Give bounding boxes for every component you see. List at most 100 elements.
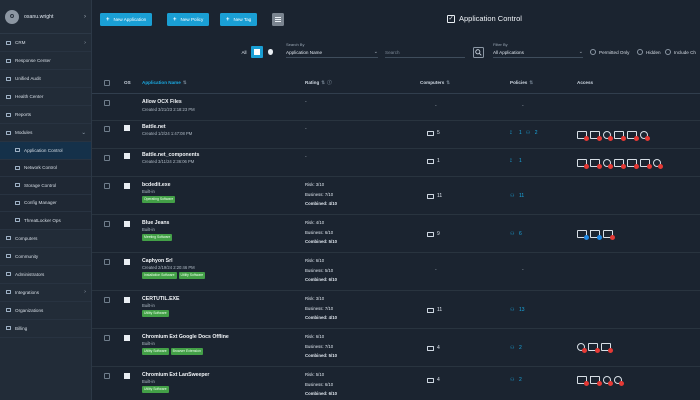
sidebar-item-threatlocker-ops[interactable]: ThreatLocker Ops [0, 212, 91, 230]
row-checkbox[interactable] [104, 221, 110, 227]
tag[interactable]: Utility Software [142, 386, 169, 393]
permitted-only-toggle[interactable]: Permitted Only [590, 49, 629, 55]
file-icon[interactable] [588, 343, 600, 353]
os-filter-all[interactable]: All [238, 46, 250, 58]
row-checkbox[interactable] [104, 259, 110, 265]
app-name[interactable]: Chromium Ext Google Docs Offline [142, 334, 229, 340]
sidebar-item-community[interactable]: Community [0, 248, 91, 266]
app-icon[interactable] [627, 159, 639, 169]
network-access-icon[interactable] [614, 376, 624, 386]
tag[interactable]: Meeting Software [142, 234, 173, 241]
tag[interactable]: Utility Software [178, 272, 206, 279]
menu-button[interactable] [272, 13, 284, 26]
policies-count[interactable]: ⚇ 6 [510, 231, 522, 237]
header-computers[interactable]: Computers ⇅ [420, 80, 450, 86]
registry-icon[interactable] [577, 131, 589, 141]
globe-icon[interactable] [577, 343, 587, 353]
table-row[interactable]: Allow OCX Files Created 3/21/23 2:18:23 … [92, 94, 700, 121]
computers-count[interactable]: 4 [427, 377, 440, 383]
new-application-button[interactable]: + New Application [100, 13, 153, 26]
row-checkbox[interactable] [104, 183, 110, 189]
file-icon[interactable] [603, 230, 615, 240]
sidebar-item-modules[interactable]: Modules ⌄ [0, 124, 91, 142]
table-row[interactable]: Blue Jeans Built-in Meeting Software Ris… [92, 215, 700, 253]
table-row[interactable]: Caphyon Srl Created 2/19/24 2:20:46 PM I… [92, 253, 700, 291]
app-name[interactable]: CERTUTIL.EXE [142, 296, 179, 302]
search-input[interactable] [385, 47, 465, 58]
policies-count[interactable]: ⟟ 1 [510, 158, 522, 164]
app-name[interactable]: Battle.net_components [142, 152, 199, 158]
row-checkbox[interactable] [104, 100, 110, 106]
header-application-name[interactable]: Application Name ⇅ [142, 80, 187, 86]
registry-icon[interactable] [577, 230, 589, 240]
computers-count[interactable]: 11 [427, 307, 442, 313]
filter-button[interactable] [473, 47, 484, 58]
sidebar-item-organizations[interactable]: Organizations [0, 302, 91, 320]
table-row[interactable]: CERTUTIL.EXE Built-in Utility Software R… [92, 291, 700, 329]
computers-count[interactable]: 11 [427, 193, 442, 199]
globe-icon[interactable] [603, 131, 613, 141]
computers-count[interactable]: 4 [427, 345, 440, 351]
filter-by-select[interactable]: All Applications ⌄ [493, 47, 583, 58]
registry-icon[interactable] [577, 376, 589, 386]
registry-icon[interactable] [577, 159, 589, 169]
policies-count[interactable]: ⟟ 1 ⚇ 2 [510, 130, 538, 136]
row-checkbox[interactable] [104, 126, 110, 132]
file-icon[interactable] [614, 159, 626, 169]
network-access-icon[interactable] [640, 131, 650, 141]
os-filter-apple[interactable] [264, 46, 276, 58]
table-row[interactable]: Chromium Ext LanSweeper Built-in Utility… [92, 367, 700, 400]
sidebar-item-integrations[interactable]: Integrations › [0, 284, 91, 302]
search-by-select[interactable]: Application Name ⌄ [286, 47, 378, 58]
table-row[interactable]: Battle.net_components Created 3/11/24 2:… [92, 149, 700, 177]
sidebar-item-application-control[interactable]: Application Control [0, 142, 91, 160]
new-policy-button[interactable]: + New Policy [167, 13, 210, 26]
folder-icon[interactable] [590, 230, 602, 240]
file-icon[interactable] [614, 131, 626, 141]
app-name[interactable]: bcdedit.exe [142, 182, 171, 188]
computers-count[interactable]: 1 [427, 158, 440, 164]
sidebar-item-unified-audit[interactable]: Unified Audit [0, 70, 91, 88]
policies-count[interactable]: ⚇ 11 [510, 193, 524, 199]
app-name[interactable]: Chromium Ext LanSweeper [142, 372, 209, 378]
sidebar-item-response-center[interactable]: Response Center [0, 52, 91, 70]
table-row[interactable]: Battle.net Created 1/2/24 1:47:08 PM - 5… [92, 121, 700, 149]
usb-icon[interactable] [640, 159, 652, 169]
app-name[interactable]: Blue Jeans [142, 220, 169, 226]
table-row[interactable]: bcdedit.exe Built-in Operating Software … [92, 177, 700, 215]
sidebar-item-billing[interactable]: Billing [0, 320, 91, 338]
sidebar-item-network-control[interactable]: Network Control [0, 159, 91, 177]
row-checkbox[interactable] [104, 155, 110, 161]
network-access-icon[interactable] [653, 159, 663, 169]
row-checkbox[interactable] [104, 297, 110, 303]
header-policies[interactable]: Policies ⇅ [510, 80, 533, 86]
computers-count[interactable]: 5 [427, 130, 440, 136]
policies-count[interactable]: ⚇ 13 [510, 307, 525, 313]
tag[interactable]: Utility Software [142, 348, 169, 355]
sidebar-item-computers[interactable]: Computers [0, 230, 91, 248]
sidebar-item-reports[interactable]: Reports [0, 106, 91, 124]
os-filter-windows[interactable] [251, 46, 263, 58]
select-all-checkbox[interactable] [104, 80, 110, 86]
tag[interactable]: Browser Extension [170, 348, 203, 355]
table-row[interactable]: Chromium Ext Google Docs Offline Built-i… [92, 329, 700, 367]
policies-count[interactable]: ⚇ 2 [510, 377, 522, 383]
sidebar-item-storage-control[interactable]: Storage Control [0, 177, 91, 195]
sidebar-item-crm[interactable]: CRM › [0, 34, 91, 52]
tag[interactable]: Utility Software [142, 310, 169, 317]
tag[interactable]: Operating Software [142, 196, 176, 203]
sidebar-item-config-manager[interactable]: Config Manager [0, 194, 91, 212]
tag[interactable]: Installation Software [142, 272, 177, 279]
folder-icon[interactable] [590, 131, 602, 141]
app-icon[interactable] [601, 343, 613, 353]
folder-icon[interactable] [590, 376, 602, 386]
computers-count[interactable]: 9 [427, 231, 440, 237]
folder-icon[interactable] [590, 159, 602, 169]
row-checkbox[interactable] [104, 373, 110, 379]
policies-count[interactable]: ⚇ 2 [510, 345, 522, 351]
sidebar-item-administrators[interactable]: Administrators [0, 266, 91, 284]
sidebar-item-health-center[interactable]: Health Center [0, 88, 91, 106]
user-menu[interactable]: o osanu.wright › [0, 0, 91, 34]
app-icon[interactable] [627, 131, 639, 141]
row-checkbox[interactable] [104, 335, 110, 341]
